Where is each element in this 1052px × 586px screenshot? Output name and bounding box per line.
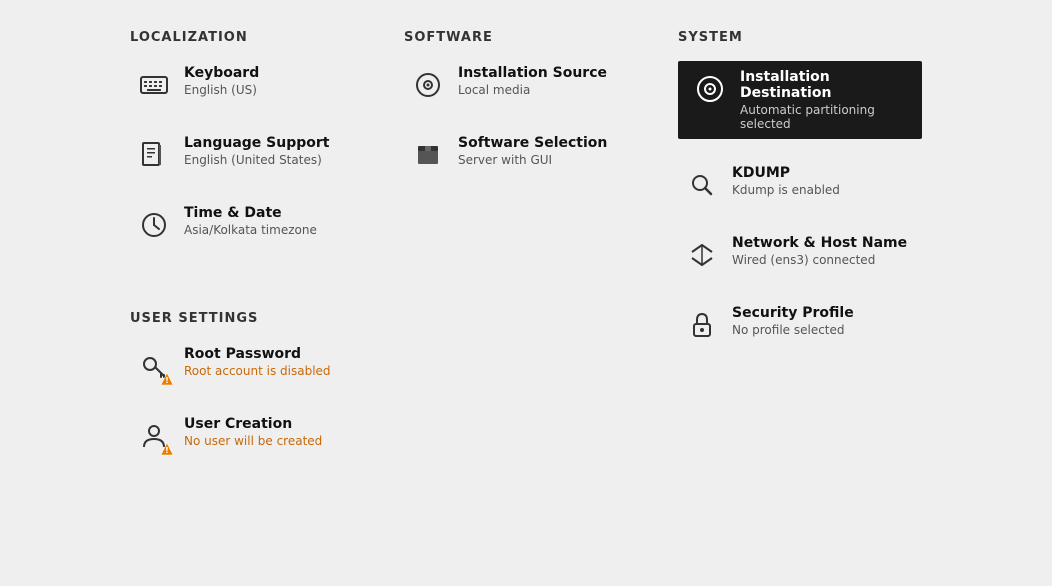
time-date-item[interactable]: Time & Date Asia/Kolkata timezone xyxy=(130,201,374,249)
kdump-item[interactable]: KDUMP Kdump is enabled xyxy=(678,161,922,209)
language-icon-wrap xyxy=(134,135,174,175)
disc-icon-wrap xyxy=(408,65,448,105)
installation-source-subtitle: Local media xyxy=(458,83,607,97)
localization-title: LOCALIZATION xyxy=(130,30,374,45)
key-icon-wrap xyxy=(134,346,174,386)
search-icon-wrap xyxy=(682,165,722,205)
user-creation-warning-icon xyxy=(160,442,174,456)
language-support-item[interactable]: Language Support English (United States) xyxy=(130,131,374,179)
keyboard-icon xyxy=(139,70,169,100)
installation-source-item[interactable]: Installation Source Local media xyxy=(404,61,648,109)
software-selection-item[interactable]: Software Selection Server with GUI xyxy=(404,131,648,179)
user-creation-subtitle: No user will be created xyxy=(184,434,322,448)
root-password-item[interactable]: Root Password Root account is disabled xyxy=(130,342,374,390)
installation-destination-subtitle: Automatic partitioning selected xyxy=(740,103,910,131)
software-column: SOFTWARE Installation Source Local media… xyxy=(404,20,648,566)
network-host-title: Network & Host Name xyxy=(732,235,907,251)
kdump-subtitle: Kdump is enabled xyxy=(732,183,840,197)
keyboard-subtitle: English (US) xyxy=(184,83,259,97)
root-password-subtitle: Root account is disabled xyxy=(184,364,331,378)
security-profile-title: Security Profile xyxy=(732,305,854,321)
keyboard-icon-wrap xyxy=(134,65,174,105)
clock-icon-wrap xyxy=(134,205,174,245)
security-profile-subtitle: No profile selected xyxy=(732,323,854,337)
user-settings-title: USER SETTINGS xyxy=(130,311,374,326)
language-support-title: Language Support xyxy=(184,135,329,151)
software-selection-title: Software Selection xyxy=(458,135,607,151)
network-icon-wrap xyxy=(682,235,722,275)
search-icon xyxy=(687,170,717,200)
kdump-title: KDUMP xyxy=(732,165,840,181)
keyboard-item[interactable]: Keyboard English (US) xyxy=(130,61,374,109)
software-selection-subtitle: Server with GUI xyxy=(458,153,607,167)
software-title: SOFTWARE xyxy=(404,30,648,45)
installation-source-title: Installation Source xyxy=(458,65,607,81)
network-host-subtitle: Wired (ens3) connected xyxy=(732,253,907,267)
user-creation-title: User Creation xyxy=(184,416,322,432)
lock-icon xyxy=(687,310,717,340)
lock-icon-wrap xyxy=(682,305,722,345)
user-icon-wrap xyxy=(134,416,174,456)
disc-icon xyxy=(413,70,443,100)
package-icon-wrap xyxy=(408,135,448,175)
root-password-title: Root Password xyxy=(184,346,331,362)
system-title: SYSTEM xyxy=(678,30,922,45)
package-icon xyxy=(413,140,443,170)
root-password-warning-icon xyxy=(160,372,174,386)
disk-icon xyxy=(695,74,725,104)
localization-column: LOCALIZATION Keyboard English (US) Langu… xyxy=(130,20,374,566)
keyboard-title: Keyboard xyxy=(184,65,259,81)
security-profile-item[interactable]: Security Profile No profile selected xyxy=(678,301,922,349)
time-date-subtitle: Asia/Kolkata timezone xyxy=(184,223,317,237)
network-host-item[interactable]: Network & Host Name Wired (ens3) connect… xyxy=(678,231,922,279)
user-creation-item[interactable]: User Creation No user will be created xyxy=(130,412,374,460)
disk-icon-wrap xyxy=(690,69,730,109)
installation-destination-item[interactable]: Installation Destination Automatic parti… xyxy=(678,61,922,139)
clock-icon xyxy=(139,210,169,240)
system-column: SYSTEM Installation Destination Automati… xyxy=(678,20,922,566)
language-support-subtitle: English (United States) xyxy=(184,153,329,167)
installation-destination-title: Installation Destination xyxy=(740,69,910,101)
main-container: LOCALIZATION Keyboard English (US) Langu… xyxy=(0,0,1052,586)
language-icon xyxy=(139,140,169,170)
time-date-title: Time & Date xyxy=(184,205,317,221)
network-icon xyxy=(687,240,717,270)
